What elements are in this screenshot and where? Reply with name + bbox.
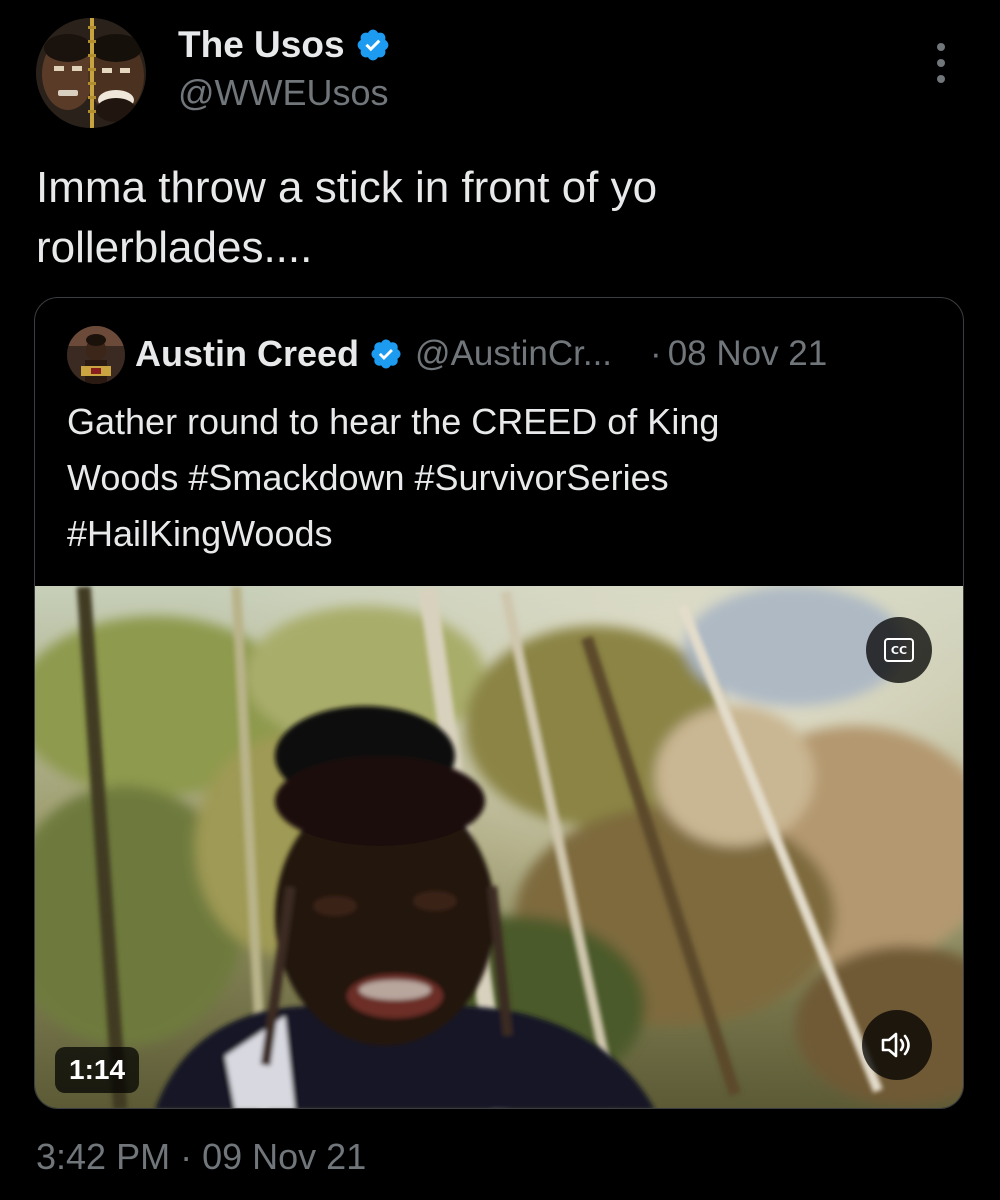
quoted-header: Austin Creed @AustinCr... · 08 Nov 21 [135, 331, 827, 377]
volume-icon [881, 1032, 910, 1058]
author-avatar-image [36, 18, 146, 128]
video-frame [35, 586, 963, 1108]
verified-badge-icon [371, 339, 401, 369]
quoted-author-avatar-image [67, 326, 125, 384]
author-display-name[interactable]: The Usos [178, 24, 345, 66]
verified-badge-icon[interactable] [355, 27, 391, 63]
more-vertical-icon[interactable] [926, 38, 956, 88]
quoted-date[interactable]: 08 Nov 21 [668, 334, 828, 374]
quoted-date-separator: · [650, 334, 662, 373]
volume-button[interactable] [862, 1010, 932, 1080]
video-player[interactable]: CC 1:14 [35, 586, 963, 1108]
tweet-timestamp[interactable]: 3:42 PM · 09 Nov 21 [36, 1136, 366, 1178]
tweet-date: 09 Nov 21 [202, 1136, 367, 1177]
tweet-time: 3:42 PM [36, 1136, 171, 1177]
quoted-tweet-card[interactable]: Austin Creed @AustinCr... · 08 Nov 21 Ga… [34, 297, 964, 1109]
quoted-author-avatar[interactable] [67, 326, 125, 384]
quoted-tweet-text: Gather round to hear the CREED of King W… [67, 401, 720, 554]
author-handle[interactable]: @WWEUsos [178, 72, 389, 114]
video-duration-badge: 1:14 [55, 1047, 140, 1093]
tweet-text: Imma throw a stick in front of yo roller… [36, 163, 658, 272]
closed-captions-button[interactable]: CC [866, 617, 932, 683]
tweet-timestamp-separator: · [180, 1136, 193, 1177]
quoted-author-handle[interactable]: @AustinCr... [415, 334, 612, 374]
author-avatar[interactable] [36, 18, 146, 128]
closed-captions-icon: CC [884, 638, 914, 662]
quoted-author-name[interactable]: Austin Creed [135, 333, 359, 375]
author-name-row: The Usos [178, 22, 391, 68]
